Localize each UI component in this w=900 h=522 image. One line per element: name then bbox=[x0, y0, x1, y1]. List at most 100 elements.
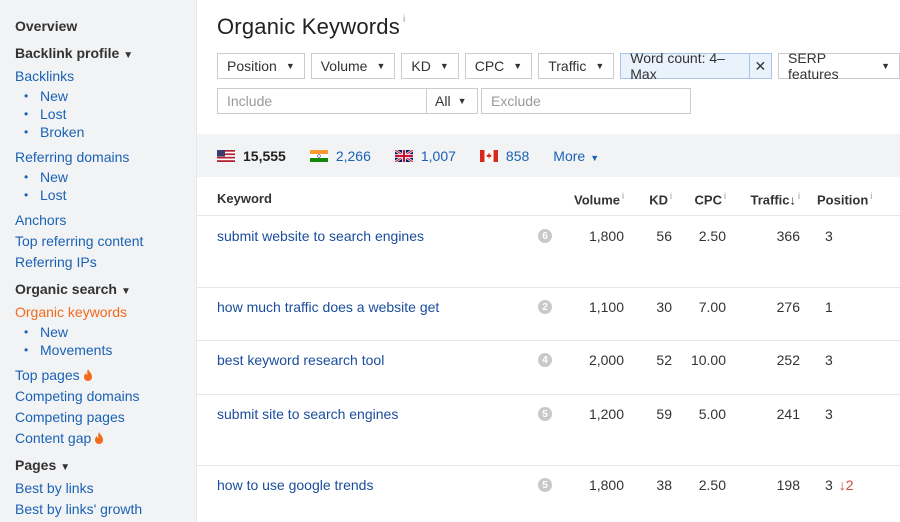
traffic-value[interactable]: 241 bbox=[777, 406, 800, 422]
filter-label: Position bbox=[227, 58, 277, 74]
chevron-down-icon: ▼ bbox=[376, 61, 386, 71]
sidebar-item-referring-ips[interactable]: Referring IPs bbox=[15, 252, 196, 273]
include-input[interactable] bbox=[217, 88, 427, 114]
country-gb[interactable]: 1,007 bbox=[394, 148, 456, 164]
canada-flag-icon bbox=[479, 149, 498, 162]
traffic-value[interactable]: 252 bbox=[777, 352, 800, 368]
column-label: Position bbox=[817, 192, 869, 208]
sidebar-overview[interactable]: Overview bbox=[15, 16, 196, 37]
cpc-value: 7.00 bbox=[698, 299, 726, 315]
sidebar-item-label: Content gap bbox=[15, 430, 92, 446]
keyword-link[interactable]: submit website to search engines bbox=[217, 228, 424, 244]
sidebar-item-top-referring-content[interactable]: Top referring content bbox=[15, 231, 196, 252]
sidebar-item-referring-domains[interactable]: Referring domains bbox=[15, 147, 196, 168]
column-volume[interactable]: Volume i bbox=[574, 191, 624, 207]
serp-features-badge[interactable]: 5 bbox=[538, 478, 552, 492]
country-ca[interactable]: 858 bbox=[479, 148, 529, 164]
sidebar-item-competing-pages[interactable]: Competing pages bbox=[15, 407, 196, 428]
country-count: 15,555 bbox=[243, 147, 286, 164]
column-traffic[interactable]: Traffic↓ i bbox=[750, 191, 800, 207]
bullet-icon: • bbox=[24, 343, 29, 357]
sidebar-item-label: Top pages bbox=[15, 367, 80, 383]
search-scope-select[interactable]: All ▼ bbox=[427, 88, 478, 114]
keyword-link[interactable]: submit site to search engines bbox=[217, 406, 398, 422]
sort-desc-icon: ↓ bbox=[789, 192, 797, 208]
sidebar-item-backlinks-lost[interactable]: • Lost bbox=[15, 105, 196, 123]
sidebar-item-organic-movements[interactable]: • Movements bbox=[15, 341, 196, 359]
sidebar-section-pages[interactable]: Pages ▼ bbox=[15, 455, 196, 478]
cpc-filter-button[interactable]: CPC ▼ bbox=[464, 53, 533, 79]
traffic-value[interactable]: 198 bbox=[777, 477, 800, 493]
keyword-link[interactable]: how to use google trends bbox=[217, 477, 373, 493]
position-change: ↓2 bbox=[838, 477, 854, 493]
column-kd[interactable]: KD i bbox=[649, 191, 672, 207]
sidebar-item-content-gap[interactable]: Content gap bbox=[15, 428, 196, 449]
bullet-icon: • bbox=[24, 325, 29, 339]
sidebar-item-top-pages[interactable]: Top pages bbox=[15, 365, 196, 386]
kd-filter-button[interactable]: KD ▼ bbox=[401, 53, 459, 79]
serp-features-badge[interactable]: 6 bbox=[538, 229, 552, 243]
filter-label: SERP features bbox=[788, 50, 839, 82]
sidebar-item-refdomains-new[interactable]: • New bbox=[15, 168, 196, 186]
position-cell: 3 bbox=[825, 352, 839, 368]
sidebar-item-anchors[interactable]: Anchors bbox=[15, 210, 196, 231]
position-cell: 3 bbox=[825, 228, 839, 244]
sidebar-section-backlink-profile[interactable]: Backlink profile ▼ bbox=[15, 43, 196, 66]
traffic-value[interactable]: 276 bbox=[777, 299, 800, 315]
filter-label: Traffic bbox=[548, 58, 587, 74]
column-position[interactable]: Position i bbox=[817, 191, 872, 207]
close-icon[interactable]: ✕ bbox=[748, 54, 771, 78]
volume-filter-button[interactable]: Volume ▼ bbox=[310, 53, 396, 79]
info-icon[interactable]: i bbox=[798, 191, 800, 201]
word-count-filter-button[interactable]: Word count: 4–Max ✕ bbox=[620, 50, 772, 82]
position-filter-button[interactable]: Position ▼ bbox=[217, 53, 305, 79]
sidebar-item-refdomains-lost[interactable]: • Lost bbox=[15, 186, 196, 204]
sidebar-item-backlinks-broken[interactable]: • Broken bbox=[15, 123, 196, 141]
country-us[interactable]: 15,555 bbox=[217, 148, 286, 164]
sidebar-item-competing-domains[interactable]: Competing domains bbox=[15, 386, 196, 407]
chevron-down-icon: ▼ bbox=[513, 61, 523, 71]
country-in[interactable]: 2,266 bbox=[309, 148, 371, 164]
info-icon[interactable]: i bbox=[622, 191, 624, 201]
info-icon[interactable]: i bbox=[670, 191, 672, 201]
exclude-input[interactable] bbox=[481, 88, 691, 114]
serp-features-badge[interactable]: 5 bbox=[538, 407, 552, 421]
kd-value: 56 bbox=[656, 228, 672, 244]
traffic-value[interactable]: 366 bbox=[777, 228, 800, 244]
main-content: Organic Keywords i Position ▼ Volume ▼ KD ▼ … bbox=[197, 0, 900, 522]
sidebar-item-best-by-links-growth[interactable]: Best by links' growth bbox=[15, 499, 196, 520]
cpc-value: 2.50 bbox=[698, 477, 726, 493]
serp-features-badge[interactable]: 4 bbox=[538, 353, 552, 367]
serp-features-filter-button[interactable]: SERP features ▼ bbox=[778, 50, 900, 82]
info-icon[interactable]: i bbox=[403, 14, 405, 25]
chevron-down-icon: ▼ bbox=[60, 462, 71, 473]
info-icon[interactable]: i bbox=[724, 191, 726, 201]
sidebar-item-backlinks[interactable]: Backlinks bbox=[15, 66, 196, 87]
traffic-filter-button[interactable]: Traffic ▼ bbox=[538, 53, 615, 79]
keyword-link[interactable]: best keyword research tool bbox=[217, 352, 384, 368]
keyword-link[interactable]: how much traffic does a website get bbox=[217, 299, 439, 315]
column-keyword[interactable]: Keyword bbox=[217, 191, 272, 206]
position-value: 3 bbox=[825, 228, 833, 244]
table-header: Keyword Volume i KD i CPC i Traffic↓ i Posit… bbox=[197, 180, 900, 216]
sidebar-item-backlinks-new[interactable]: • New bbox=[15, 87, 196, 105]
volume-value: 1,800 bbox=[588, 477, 624, 493]
position-cell: 3 ↓2 bbox=[825, 477, 854, 493]
more-countries-button[interactable]: More ▼ bbox=[553, 148, 599, 164]
search-row: All ▼ bbox=[217, 88, 691, 114]
chevron-down-icon: ▼ bbox=[881, 61, 890, 71]
sidebar-item-label: Broken bbox=[40, 124, 85, 140]
position-cell: 3 bbox=[825, 406, 839, 422]
uk-flag-icon bbox=[394, 149, 413, 162]
info-icon[interactable]: i bbox=[870, 191, 872, 201]
chevron-down-icon: ▼ bbox=[457, 96, 467, 106]
sidebar-item-best-by-links[interactable]: Best by links bbox=[15, 478, 196, 499]
fire-icon bbox=[95, 432, 104, 444]
column-cpc[interactable]: CPC i bbox=[695, 191, 726, 207]
sidebar-section-organic-search[interactable]: Organic search ▼ bbox=[15, 279, 196, 302]
sidebar-item-organic-keywords[interactable]: Organic keywords bbox=[15, 302, 196, 323]
india-flag-icon bbox=[309, 149, 328, 162]
serp-features-badge[interactable]: 2 bbox=[538, 300, 552, 314]
position-value: 3 bbox=[825, 352, 833, 368]
sidebar-item-organic-new[interactable]: • New bbox=[15, 323, 196, 341]
